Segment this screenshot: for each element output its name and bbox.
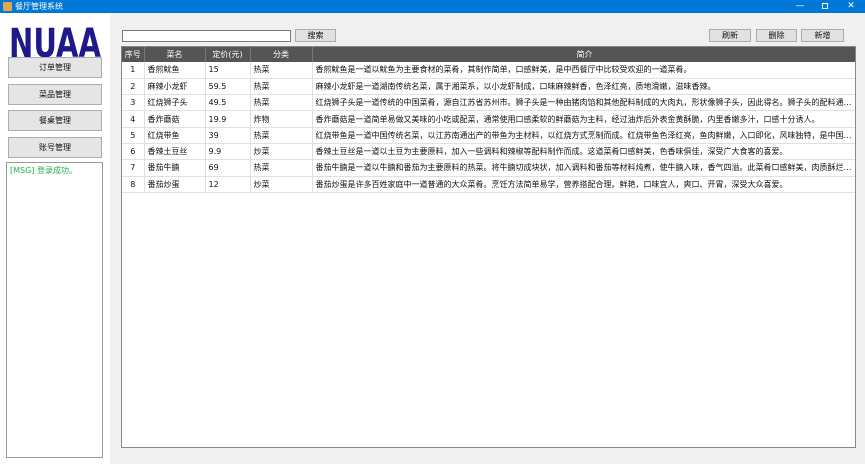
cell-price: 49.5 [205, 94, 251, 112]
sidebar: NUAA 订单管理 菜品管理 餐桌管理 账号管理 [MSG] 登录成功。 [0, 13, 110, 464]
cell-description: 番茄牛腩是一道以牛腩和番茄为主要原料的热菜。将牛腩切成块状，加入调料和番茄等材料… [312, 159, 855, 177]
cell-index: 8 [122, 176, 145, 193]
nav-account-management[interactable]: 账号管理 [8, 137, 102, 158]
column-header-description[interactable]: 简介 [312, 47, 855, 62]
close-button[interactable]: ✕ [838, 0, 864, 13]
column-header-index[interactable]: 序号 [122, 47, 145, 62]
refresh-button[interactable]: 刷新 [709, 29, 751, 42]
cell-category: 热菜 [250, 159, 313, 177]
cell-index: 6 [122, 143, 145, 161]
search-input[interactable] [122, 30, 291, 42]
cell-category: 热菜 [250, 62, 313, 79]
minimize-button[interactable]: — [787, 0, 813, 13]
cell-price: 69 [205, 159, 251, 177]
cell-price: 12 [205, 176, 251, 193]
window-title: 餐厅管理系统 [15, 2, 63, 11]
cell-category: 炸物 [250, 110, 313, 128]
cell-index: 2 [122, 78, 145, 96]
cell-index: 3 [122, 94, 145, 112]
title-bar: 餐厅管理系统 — ✕ [0, 0, 865, 13]
column-header-category[interactable]: 分类 [250, 47, 313, 62]
table-row[interactable]: 1 香煎鱿鱼 15 热菜 香煎鱿鱼是一道以鱿鱼为主要食材的菜肴，其制作简单，口感… [122, 62, 855, 79]
cell-price: 39 [205, 127, 251, 144]
cell-name: 红烧狮子头 [144, 94, 206, 112]
table-row[interactable]: 4 香炸蘑菇 19.9 炸物 香炸蘑菇是一道简单易做又美味的小吃或配菜，通常使用… [122, 110, 855, 128]
cell-price: 15 [205, 62, 251, 79]
maximize-icon [822, 2, 828, 9]
table-row[interactable]: 5 红烧带鱼 39 热菜 红烧带鱼是一道中国传统名菜，以江苏南通出产的带鱼为主材… [122, 127, 855, 144]
table-row[interactable]: 2 麻辣小龙虾 59.5 热菜 麻辣小龙虾是一道湖南传统名菜，属于湘菜系，以小龙… [122, 78, 855, 96]
table-row[interactable]: 8 番茄炒蛋 12 炒菜 番茄炒蛋是许多百姓家庭中一道普通的大众菜肴。烹饪方法简… [122, 176, 855, 193]
message-log: [MSG] 登录成功。 [6, 162, 103, 458]
column-header-name[interactable]: 菜名 [144, 47, 206, 62]
table-row[interactable]: 6 香辣土豆丝 9.9 炒菜 香辣土豆丝是一道以土豆为主要原料，加入一些调料和辣… [122, 143, 855, 161]
cell-name: 麻辣小龙虾 [144, 78, 206, 96]
cell-category: 炒菜 [250, 143, 313, 161]
table-row[interactable]: 7 番茄牛腩 69 热菜 番茄牛腩是一道以牛腩和番茄为主要原料的热菜。将牛腩切成… [122, 159, 855, 177]
cell-description: 香辣土豆丝是一道以土豆为主要原料，加入一些调料和辣椒等配料制作而成。这道菜肴口感… [312, 143, 855, 161]
table-row[interactable]: 3 红烧狮子头 49.5 热菜 红烧狮子头是一道传统的中国菜肴，源自江苏省苏州市… [122, 94, 855, 112]
cell-name: 番茄炒蛋 [144, 176, 206, 193]
cell-description: 麻辣小龙虾是一道湖南传统名菜，属于湘菜系，以小龙虾制成，口味麻辣鲜香，色泽红亮，… [312, 78, 855, 96]
cell-index: 7 [122, 159, 145, 177]
search-button[interactable]: 搜索 [295, 29, 336, 42]
add-button[interactable]: 新增 [801, 29, 844, 42]
nav-table-management[interactable]: 餐桌管理 [8, 110, 102, 131]
cell-index: 4 [122, 110, 145, 128]
nav-dish-management[interactable]: 菜品管理 [8, 84, 102, 105]
maximize-button[interactable] [812, 0, 838, 13]
table-header-row: 序号 菜名 定价(元) 分类 简介 [122, 47, 855, 62]
cell-category: 炒菜 [250, 176, 313, 193]
cell-index: 5 [122, 127, 145, 144]
dish-table[interactable]: 序号 菜名 定价(元) 分类 简介 1 香煎鱿鱼 15 热菜 香煎鱿鱼是一道以鱿… [121, 46, 856, 448]
cell-name: 香炸蘑菇 [144, 110, 206, 128]
cell-name: 番茄牛腩 [144, 159, 206, 177]
cell-name: 红烧带鱼 [144, 127, 206, 144]
message-text: [MSG] 登录成功。 [10, 166, 77, 175]
cell-price: 59.5 [205, 78, 251, 96]
cell-price: 19.9 [205, 110, 251, 128]
cell-price: 9.9 [205, 143, 251, 161]
cell-description: 红烧带鱼是一道中国传统名菜，以江苏南通出产的带鱼为主材料，以红烧方式烹制而成。红… [312, 127, 855, 144]
cell-name: 香辣土豆丝 [144, 143, 206, 161]
column-header-price[interactable]: 定价(元) [205, 47, 251, 62]
cell-category: 热菜 [250, 127, 313, 144]
cell-description: 香煎鱿鱼是一道以鱿鱼为主要食材的菜肴，其制作简单，口感鲜美，是中西餐厅中比较受欢… [312, 62, 855, 79]
cell-description: 番茄炒蛋是许多百姓家庭中一道普通的大众菜肴。烹饪方法简单易学，营养搭配合理。鲜艳… [312, 176, 855, 193]
cell-description: 红烧狮子头是一道传统的中国菜肴，源自江苏省苏州市。狮子头是一种由猪肉馅和其他配料… [312, 94, 855, 112]
cell-index: 1 [122, 62, 145, 79]
cell-name: 香煎鱿鱼 [144, 62, 206, 79]
cell-description: 香炸蘑菇是一道简单易做又美味的小吃或配菜，通常使用口感柔软的鲜蘑菇为主料，经过油… [312, 110, 855, 128]
delete-button[interactable]: 删除 [756, 29, 797, 42]
nav-order-management[interactable]: 订单管理 [8, 57, 102, 78]
main-panel: 搜索 刷新 删除 新增 序号 菜名 定价(元) 分类 简介 1 香煎鱿鱼 15 … [110, 13, 865, 464]
app-icon [3, 2, 12, 11]
cell-category: 热菜 [250, 78, 313, 96]
cell-category: 热菜 [250, 94, 313, 112]
